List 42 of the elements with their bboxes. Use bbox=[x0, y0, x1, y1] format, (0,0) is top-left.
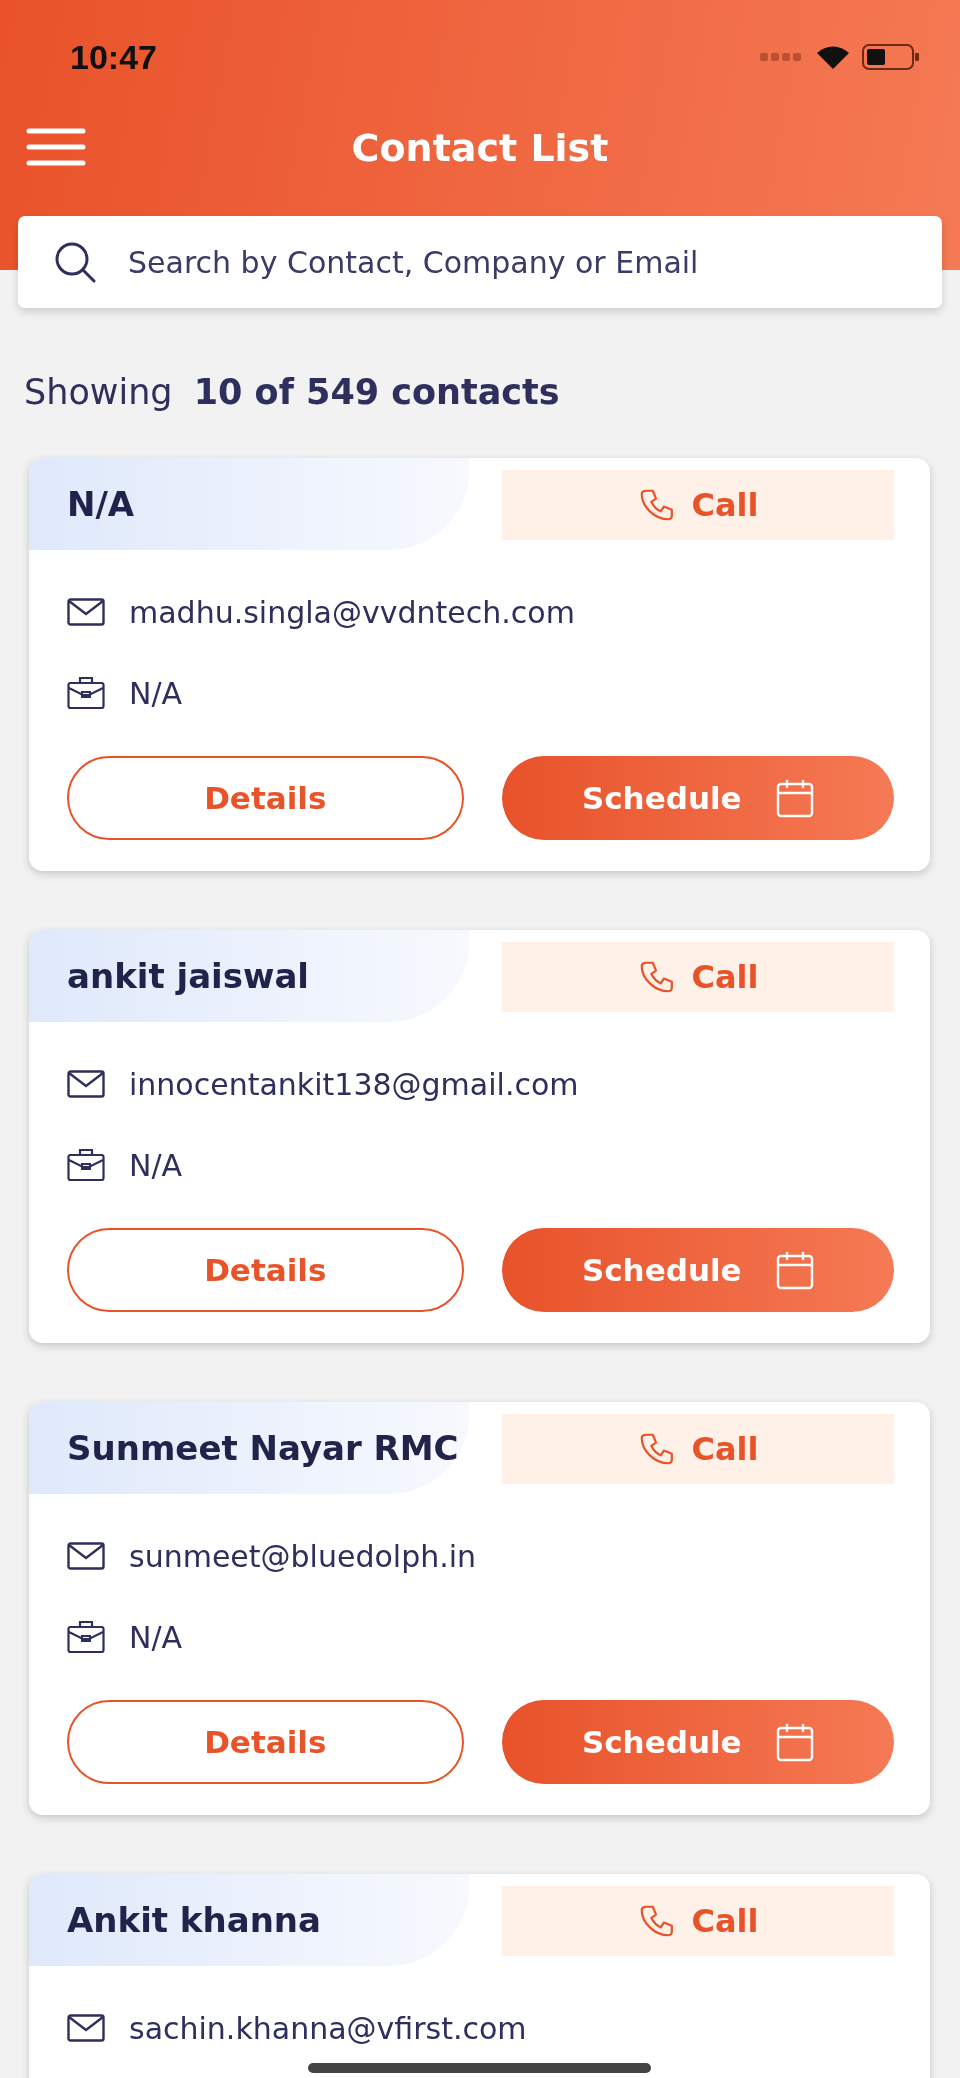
call-button[interactable]: Call bbox=[502, 942, 894, 1012]
contact-email: madhu.singla@vvdntech.com bbox=[129, 594, 575, 630]
contact-name: Ankit khanna bbox=[29, 1874, 469, 1966]
briefcase-icon bbox=[67, 1620, 105, 1654]
calendar-icon bbox=[775, 778, 814, 818]
schedule-button[interactable]: Schedule bbox=[501, 1228, 894, 1312]
menu-icon bbox=[26, 127, 86, 167]
search-input[interactable]: Search by Contact, Company or Email bbox=[126, 243, 942, 281]
contact-name: ankit jaiswal bbox=[29, 930, 469, 1022]
call-button[interactable]: Call bbox=[502, 1414, 894, 1484]
wifi-icon bbox=[816, 44, 850, 70]
mail-icon bbox=[67, 598, 105, 626]
page-title: Contact List bbox=[351, 126, 609, 170]
briefcase-icon bbox=[67, 1148, 105, 1182]
company-name: N/A bbox=[129, 675, 183, 711]
mail-icon bbox=[67, 2014, 105, 2042]
calendar-icon bbox=[775, 1250, 814, 1290]
call-button[interactable]: Call bbox=[502, 470, 894, 540]
battery-icon bbox=[862, 43, 920, 71]
details-button[interactable]: Details bbox=[67, 1228, 464, 1312]
contact-name: N/A bbox=[29, 458, 469, 550]
call-button[interactable]: Call bbox=[502, 1886, 894, 1956]
search-field[interactable]: Search by Contact, Company or Email bbox=[18, 216, 942, 308]
calendar-icon bbox=[775, 1722, 814, 1762]
mail-icon bbox=[67, 1070, 105, 1098]
contact-email: sunmeet@bluedolph.in bbox=[129, 1538, 477, 1574]
schedule-button[interactable]: Schedule bbox=[501, 756, 894, 840]
contact-email: innocentankit138@gmail.com bbox=[129, 1066, 579, 1102]
contact-email: sachin.khanna@vfirst.com bbox=[129, 2010, 527, 2046]
company-name: N/A bbox=[129, 1619, 183, 1655]
schedule-button[interactable]: Schedule bbox=[501, 1700, 894, 1784]
signal-icon bbox=[760, 52, 804, 62]
menu-button[interactable] bbox=[26, 127, 86, 169]
status-time: 10:47 bbox=[70, 37, 157, 77]
briefcase-icon bbox=[67, 676, 105, 710]
details-button[interactable]: Details bbox=[67, 756, 464, 840]
search-icon bbox=[54, 241, 96, 283]
details-button[interactable]: Details bbox=[67, 1700, 464, 1784]
results-summary: Showing 10 of 549 contacts bbox=[24, 372, 561, 414]
mail-icon bbox=[67, 1542, 105, 1570]
contact-name: Sunmeet Nayar RMC bbox=[29, 1402, 469, 1494]
company-name: N/A bbox=[129, 1147, 183, 1183]
